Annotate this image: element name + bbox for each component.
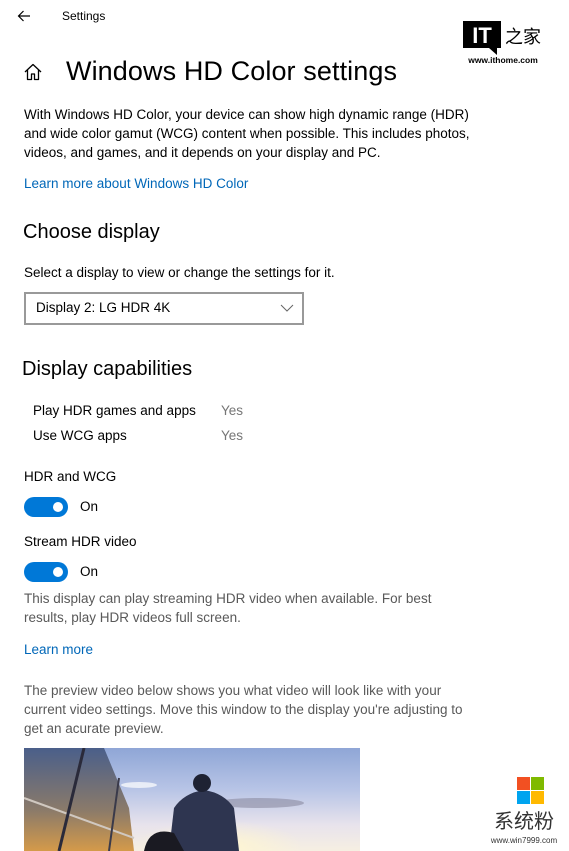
capability-label: Use WCG apps <box>33 428 127 443</box>
intro-text: With Windows HD Color, your device can s… <box>24 107 470 160</box>
preview-video[interactable] <box>24 748 360 851</box>
ithome-logo-text: IT <box>472 23 492 48</box>
win7999-url: www.win7999.com <box>490 836 558 845</box>
capability-label: Play HDR games and apps <box>33 403 196 418</box>
ithome-url: www.ithome.com <box>467 55 538 65</box>
display-dropdown-value: Display 2: LG HDR 4K <box>36 300 171 315</box>
stream-hdr-label: Stream HDR video <box>24 534 137 549</box>
choose-display-heading: Choose display <box>23 221 160 243</box>
win7999-logo-cn: 系统粉 <box>494 809 554 833</box>
hdr-wcg-toggle[interactable] <box>24 497 68 517</box>
ithome-logo-cn: 之家 <box>505 27 541 48</box>
home-icon[interactable] <box>23 62 43 82</box>
stream-hdr-state: On <box>80 564 99 579</box>
window-title: Settings <box>62 9 106 23</box>
preview-video-frame <box>24 748 360 851</box>
page-title: Windows HD Color settings <box>66 56 398 86</box>
stream-hdr-description: This display can play streaming HDR vide… <box>24 591 432 625</box>
preview-description: The preview video below shows you what v… <box>24 683 463 736</box>
hdr-wcg-state: On <box>80 499 99 514</box>
capability-value: Yes <box>221 403 244 418</box>
chevron-down-icon <box>280 304 294 312</box>
display-capabilities-heading: Display capabilities <box>22 358 193 380</box>
learn-more-link[interactable]: Learn more <box>24 642 93 657</box>
toggle-knob <box>53 502 63 512</box>
display-dropdown[interactable]: Display 2: LG HDR 4K <box>24 292 304 325</box>
win7999-logo: 系统粉 www.win7999.com <box>490 777 558 845</box>
ithome-logo: IT 之家 www.ithome.com <box>463 21 541 65</box>
select-display-label: Select a display to view or change the s… <box>24 265 335 280</box>
capability-value: Yes <box>221 428 244 443</box>
stream-hdr-toggle[interactable] <box>24 562 68 582</box>
hdr-wcg-label: HDR and WCG <box>24 469 117 484</box>
learn-more-hd-color-link[interactable]: Learn more about Windows HD Color <box>24 176 248 191</box>
back-arrow-icon[interactable] <box>16 8 32 24</box>
toggle-knob <box>53 567 63 577</box>
